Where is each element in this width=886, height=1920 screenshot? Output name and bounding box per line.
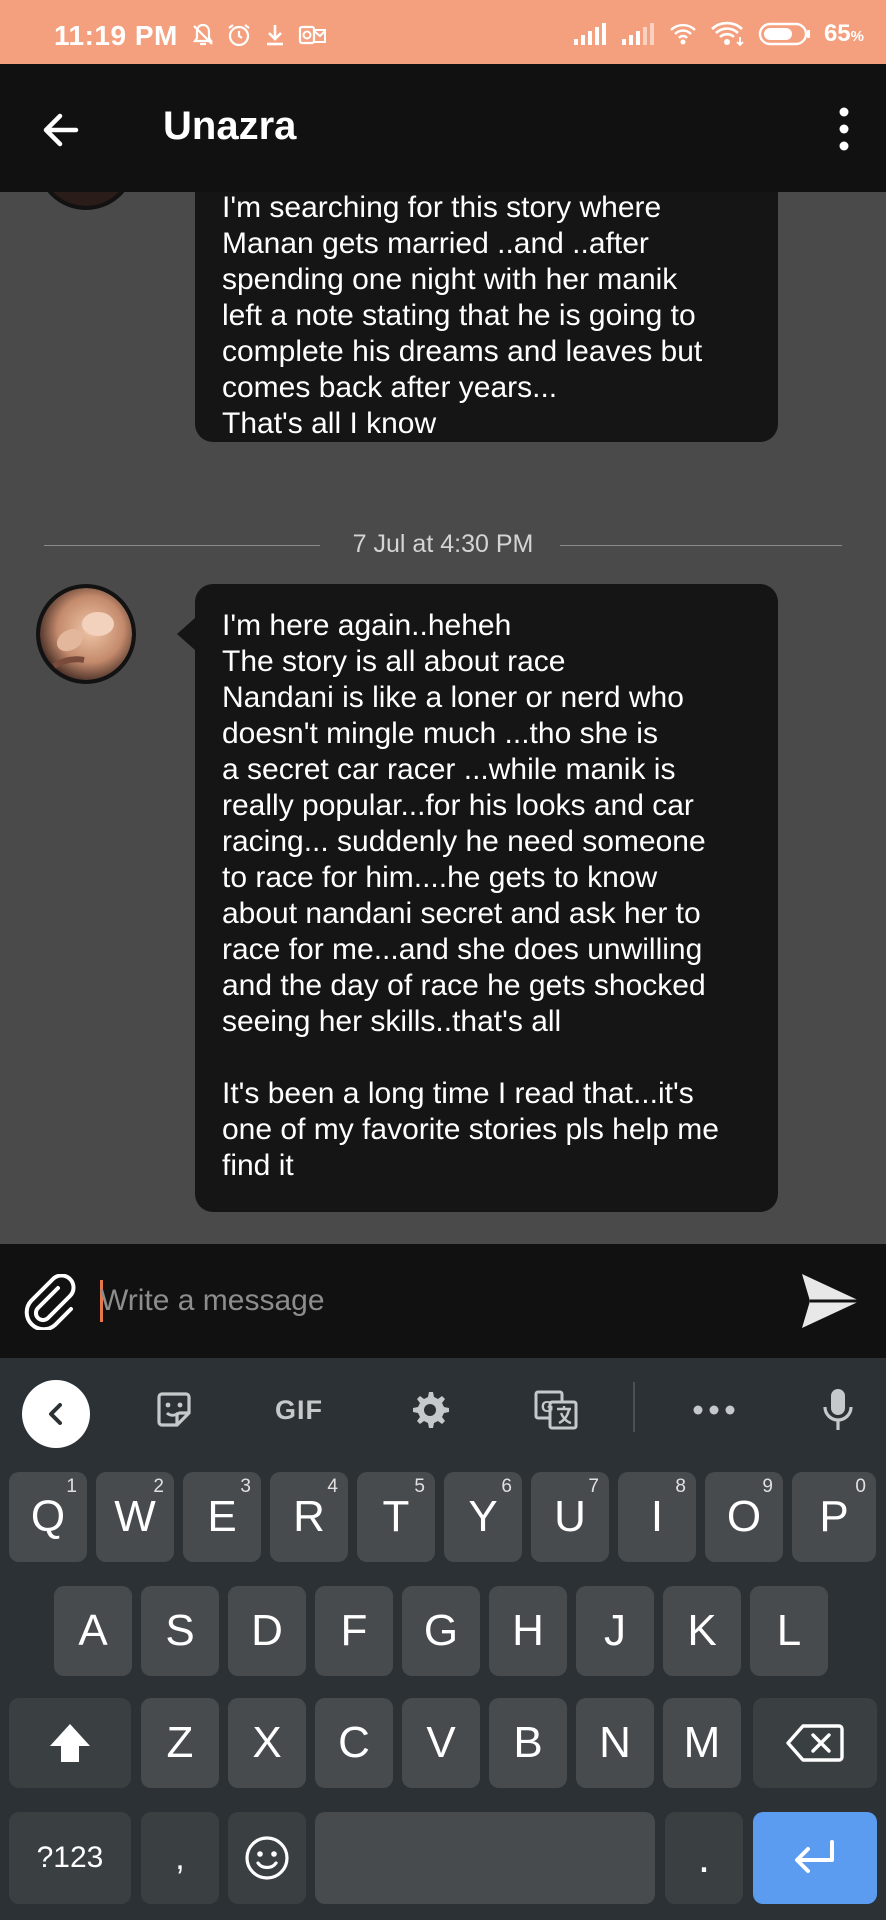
- space-key[interactable]: [315, 1812, 655, 1904]
- key-y[interactable]: Y6: [444, 1472, 522, 1562]
- message-composer: [0, 1244, 886, 1358]
- key-g[interactable]: G: [402, 1586, 480, 1676]
- key-z[interactable]: Z: [141, 1698, 219, 1788]
- outlook-icon: [298, 22, 328, 48]
- key-e[interactable]: E3: [183, 1472, 261, 1562]
- signal-icon: [572, 21, 608, 47]
- key-i[interactable]: I8: [618, 1472, 696, 1562]
- paperclip-icon: [24, 1273, 76, 1332]
- key-l[interactable]: L: [750, 1586, 828, 1676]
- voice-input-button[interactable]: [818, 1382, 858, 1438]
- gif-button[interactable]: GIF: [268, 1382, 330, 1438]
- battery-percent: 65%: [823, 20, 864, 47]
- more-vertical-icon: [839, 107, 849, 151]
- avatar-image: [40, 588, 132, 680]
- backspace-key[interactable]: [753, 1698, 877, 1788]
- gear-icon: [413, 1392, 449, 1428]
- divider: [560, 545, 842, 546]
- alarm-icon: [226, 22, 252, 48]
- bubble-tail: [177, 618, 195, 650]
- back-button[interactable]: [36, 104, 88, 156]
- comma-key[interactable]: ,: [141, 1812, 219, 1904]
- key-a[interactable]: A: [54, 1586, 132, 1676]
- keyboard-toolbar: GIF G: [0, 1358, 886, 1462]
- sticker-icon: [157, 1392, 191, 1427]
- hotspot-icon: [668, 21, 698, 47]
- key-h[interactable]: H: [489, 1586, 567, 1676]
- key-v[interactable]: V: [402, 1698, 480, 1788]
- backspace-icon: [786, 1724, 844, 1762]
- enter-icon: [795, 1840, 834, 1873]
- key-f[interactable]: F: [315, 1586, 393, 1676]
- status-bar: 11:19 PM 65%: [0, 0, 886, 64]
- avatar[interactable]: [36, 584, 136, 684]
- attach-button[interactable]: [22, 1273, 78, 1332]
- app-bar: Unazra: [0, 64, 886, 192]
- download-icon: [262, 22, 288, 48]
- period-key[interactable]: .: [665, 1812, 743, 1904]
- date-separator: 7 Jul at 4:30 PM: [44, 530, 842, 560]
- status-notification-icons: [190, 22, 328, 48]
- shift-icon: [50, 1724, 90, 1762]
- key-p[interactable]: P0: [792, 1472, 876, 1562]
- arrow-left-icon: [43, 113, 79, 147]
- key-c[interactable]: C: [315, 1698, 393, 1788]
- wifi-icon: [710, 21, 746, 47]
- avatar-image: [52, 192, 120, 206]
- mute-bell-icon: [190, 22, 216, 48]
- more-options-button[interactable]: [832, 106, 856, 152]
- enter-key[interactable]: [753, 1812, 877, 1904]
- battery-icon: [758, 21, 812, 47]
- key-m[interactable]: M: [663, 1698, 741, 1788]
- key-t[interactable]: T5: [357, 1472, 435, 1562]
- message-list[interactable]: I'm searching for this story where Manan…: [0, 192, 886, 1244]
- microphone-icon: [823, 1389, 853, 1430]
- shift-key[interactable]: [9, 1698, 131, 1788]
- send-button[interactable]: [798, 1270, 862, 1332]
- translate-icon: G: [534, 1390, 578, 1430]
- key-o[interactable]: O9: [705, 1472, 783, 1562]
- key-w[interactable]: W2: [96, 1472, 174, 1562]
- keyboard-collapse-button[interactable]: [22, 1380, 90, 1448]
- status-system-icons: 65%: [572, 20, 864, 48]
- key-j[interactable]: J: [576, 1586, 654, 1676]
- key-u[interactable]: U7: [531, 1472, 609, 1562]
- send-icon: [802, 1274, 860, 1328]
- sticker-button[interactable]: [148, 1382, 200, 1438]
- emoji-key[interactable]: [228, 1812, 306, 1904]
- on-screen-keyboard: GIF G Q1 W2 E3 R4 T5 Y6 U7 I8 O9 P0 A S …: [0, 1358, 886, 1920]
- message-bubble[interactable]: I'm here again..heheh The story is all a…: [195, 584, 778, 1212]
- conversation-title: Unazra: [163, 104, 297, 148]
- key-n[interactable]: N: [576, 1698, 654, 1788]
- signal-2-icon: [620, 21, 656, 47]
- message-bubble[interactable]: I'm searching for this story where Manan…: [195, 192, 778, 442]
- key-x[interactable]: X: [228, 1698, 306, 1788]
- more-horizontal-icon: [693, 1405, 735, 1415]
- message-input[interactable]: [100, 1276, 780, 1326]
- chevron-left-icon: [49, 1403, 62, 1425]
- key-b[interactable]: B: [489, 1698, 567, 1788]
- key-s[interactable]: S: [141, 1586, 219, 1676]
- key-d[interactable]: D: [228, 1586, 306, 1676]
- key-q[interactable]: Q1: [9, 1472, 87, 1562]
- divider: [633, 1382, 635, 1432]
- translate-button[interactable]: G: [530, 1382, 582, 1438]
- symbols-key[interactable]: ?123: [9, 1812, 131, 1904]
- status-time: 11:19 PM: [54, 20, 178, 51]
- keyboard-more-button[interactable]: [688, 1382, 740, 1438]
- svg-text:G: G: [541, 1399, 553, 1416]
- avatar[interactable]: [36, 192, 136, 210]
- key-r[interactable]: R4: [270, 1472, 348, 1562]
- emoji-icon: [245, 1836, 289, 1880]
- keyboard-settings-button[interactable]: [404, 1382, 454, 1438]
- key-k[interactable]: K: [663, 1586, 741, 1676]
